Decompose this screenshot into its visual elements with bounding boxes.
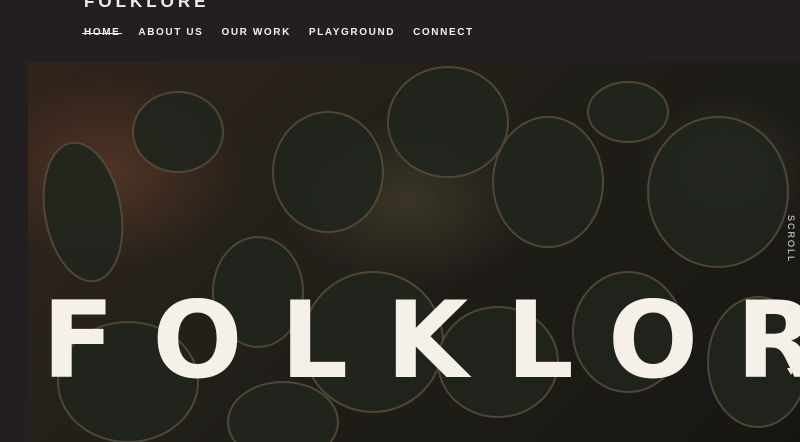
scroll-indicator[interactable]: SCROLL	[786, 215, 796, 263]
triangle-down-icon[interactable]	[787, 368, 795, 375]
main-nav: HOME ABOUT US OUR WORK PLAYGROUND CONNEC…	[81, 27, 474, 38]
hero-section: FOLKLOR	[28, 62, 800, 442]
nav-item-home[interactable]: HOME	[81, 27, 123, 38]
hero-title: FOLKLOR	[42, 279, 800, 402]
site-logo[interactable]: FOLKLORE	[84, 0, 210, 12]
nav-item-about-us[interactable]: ABOUT US	[138, 27, 203, 38]
nav-item-playground[interactable]: PLAYGROUND	[309, 27, 395, 38]
nav-item-our-work[interactable]: OUR WORK	[221, 27, 290, 38]
nav-item-connect[interactable]: CONNECT	[413, 27, 474, 38]
triangle-up-icon[interactable]	[787, 304, 795, 311]
